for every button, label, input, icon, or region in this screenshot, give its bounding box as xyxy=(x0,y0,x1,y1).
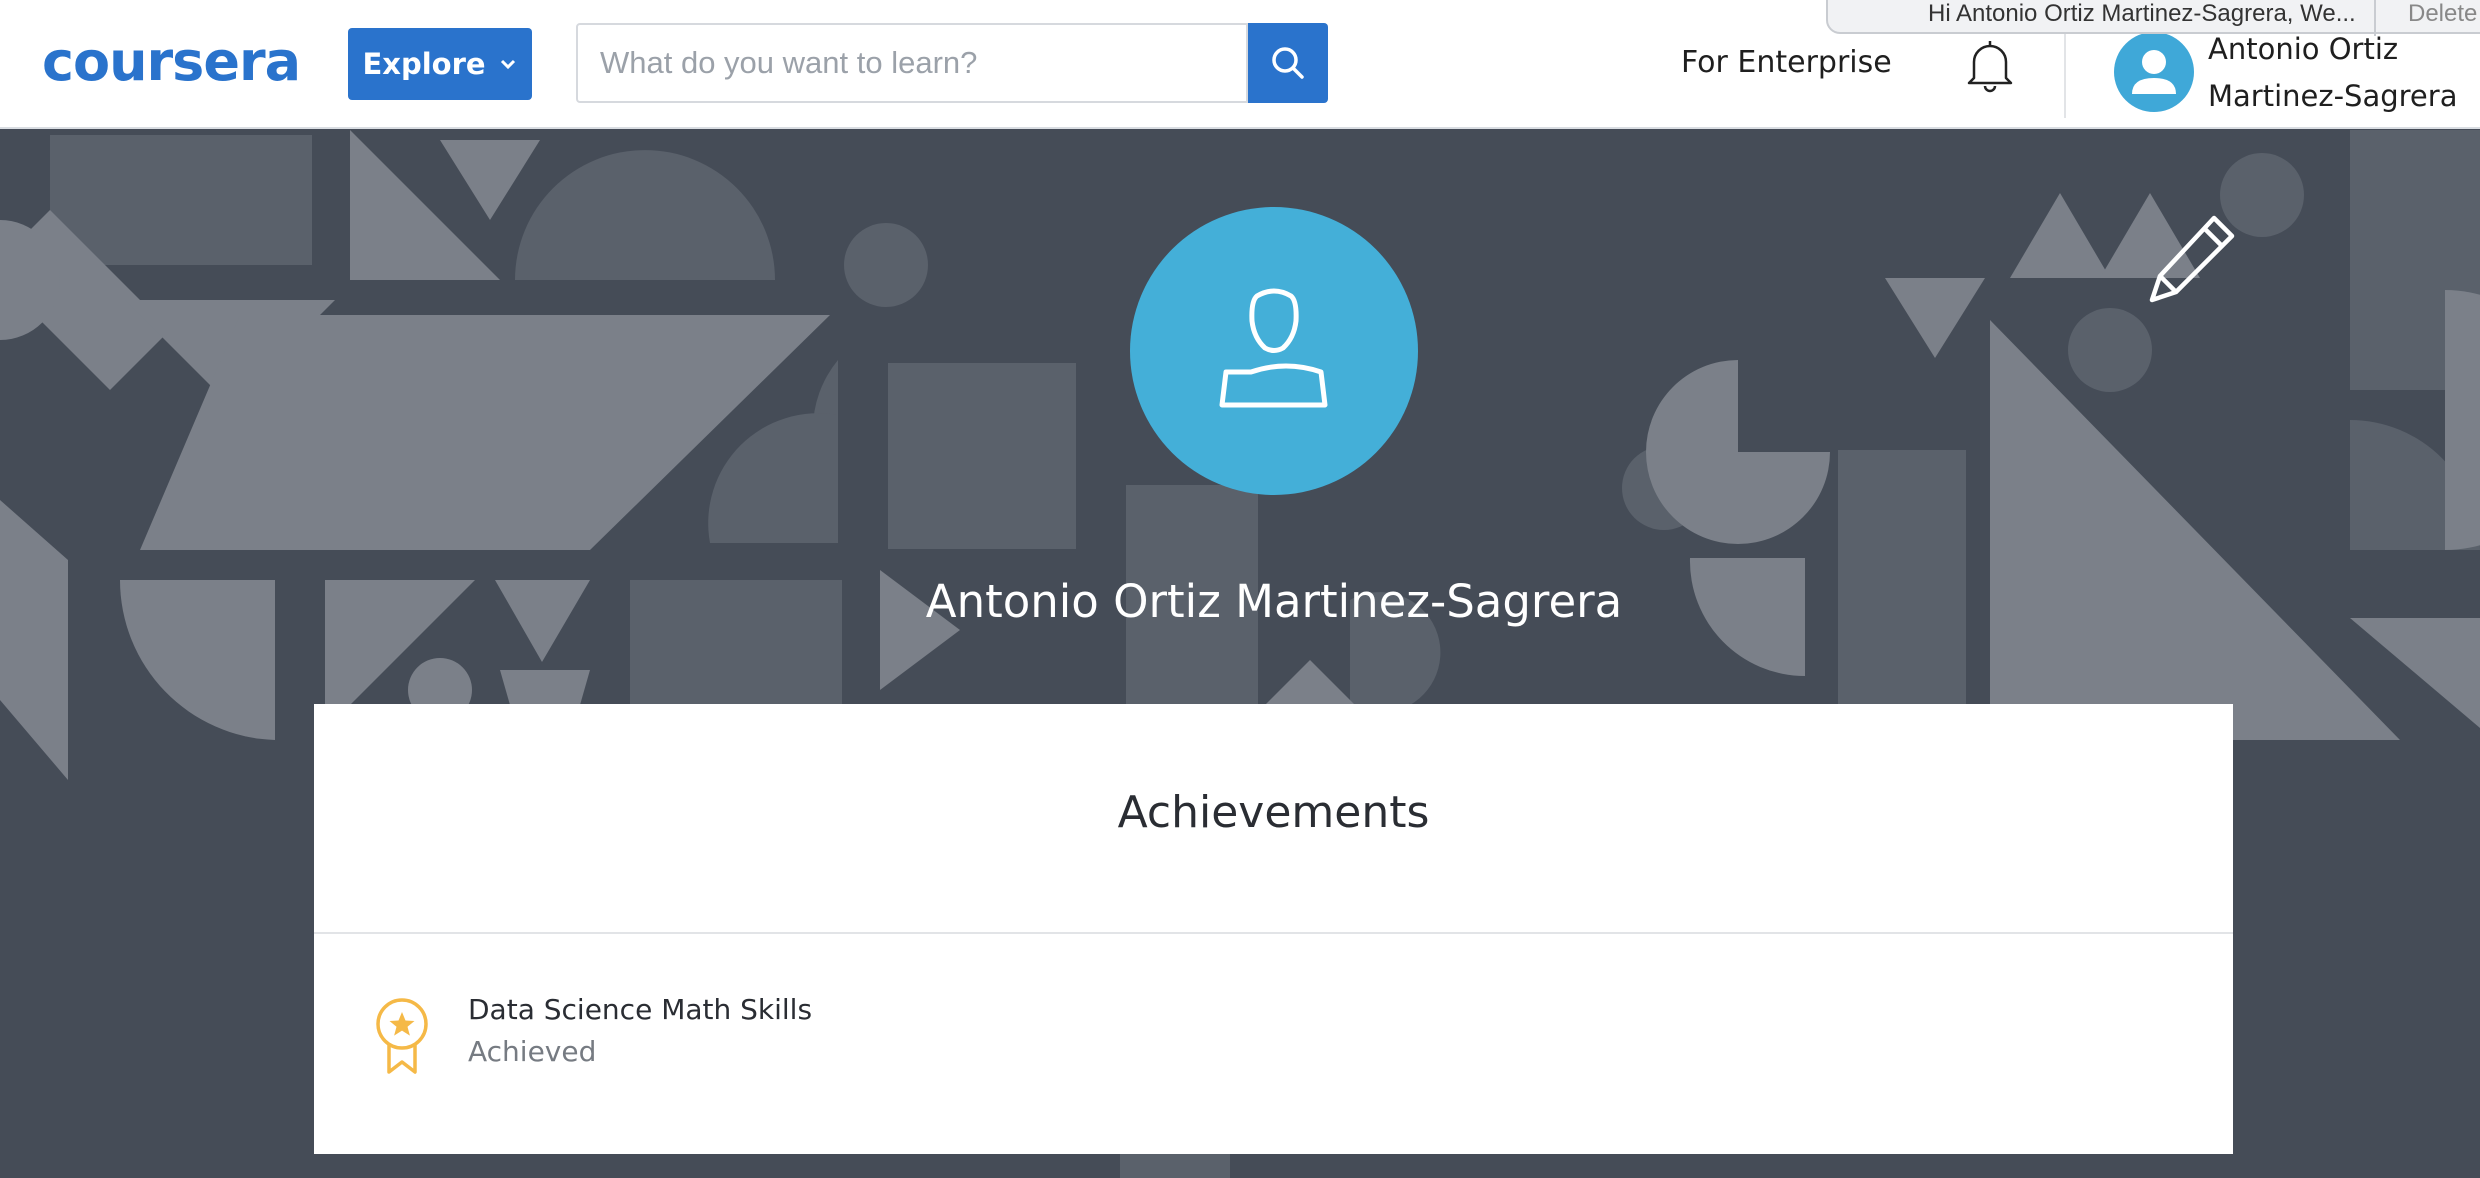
for-enterprise-link[interactable]: For Enterprise xyxy=(1681,40,1892,86)
achievements-card: Achievements Data Science Math Skills Ac… xyxy=(314,704,2233,1154)
profile-name: Antonio Ortiz Martinez-Sagrera xyxy=(925,575,1623,628)
notification-delete-button[interactable]: Delete xyxy=(2408,0,2477,28)
user-avatar-icon[interactable] xyxy=(2114,32,2194,112)
pencil-icon[interactable] xyxy=(2140,210,2240,310)
achievement-name[interactable]: Data Science Math Skills xyxy=(468,990,812,1030)
header-divider xyxy=(2064,22,2066,118)
top-navbar: coursera Explore For Enterprise Antonio … xyxy=(0,0,2480,129)
chevron-down-icon xyxy=(500,59,515,70)
coursera-logo[interactable]: coursera xyxy=(42,30,301,94)
notification-toast[interactable]: Hi Antonio Ortiz Martinez-Sagrera, We...… xyxy=(1826,0,2480,36)
search-button[interactable] xyxy=(1248,23,1328,103)
bell-icon[interactable] xyxy=(1964,38,2016,94)
user-menu[interactable]: Antonio Ortiz Martinez-Sagrera xyxy=(2208,26,2480,120)
profile-avatar xyxy=(1130,207,1418,495)
search-icon xyxy=(1272,47,1304,79)
user-name-last: Martinez-Sagrera xyxy=(2208,79,2458,113)
achievement-status: Achieved xyxy=(468,1035,597,1068)
search-input[interactable] xyxy=(576,23,1248,103)
award-ribbon-icon xyxy=(376,998,428,1074)
notification-separator xyxy=(2374,0,2376,36)
card-divider xyxy=(314,932,2233,934)
achievements-title: Achievements xyxy=(1117,787,1430,838)
explore-button[interactable]: Explore xyxy=(348,28,532,100)
explore-button-label: Explore xyxy=(362,47,486,81)
notification-text[interactable]: Hi Antonio Ortiz Martinez-Sagrera, We... xyxy=(1928,0,2356,28)
user-avatar-icon xyxy=(1219,288,1328,408)
